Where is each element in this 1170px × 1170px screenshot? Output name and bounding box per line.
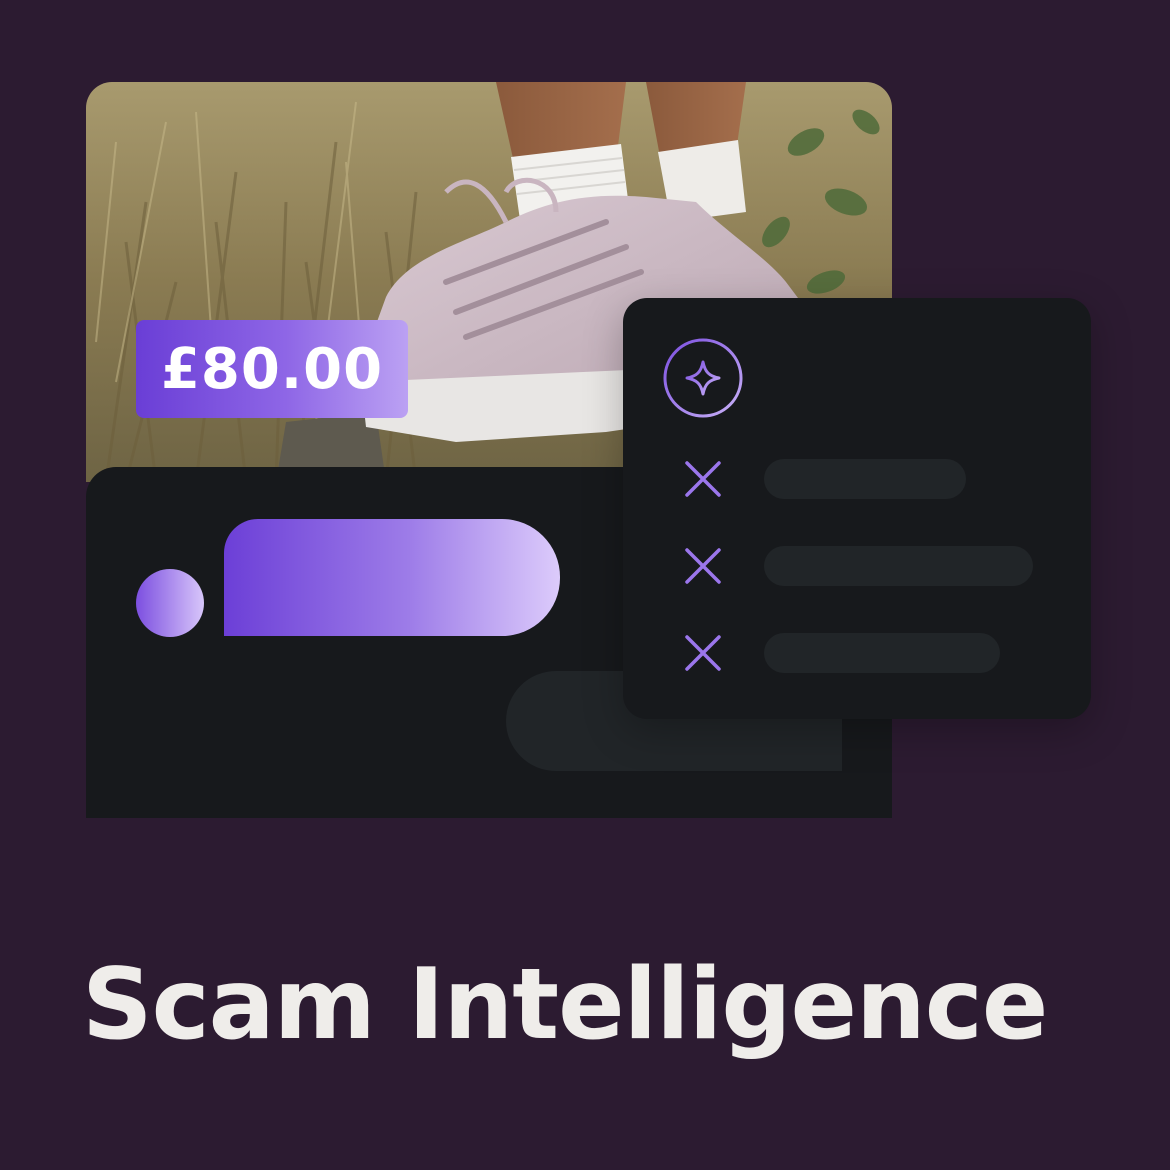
feature-title: Scam Intelligence (82, 948, 1048, 1062)
placeholder-line (764, 459, 966, 499)
x-mark-icon (685, 548, 721, 584)
check-row (623, 631, 1091, 675)
sparkle-icon (663, 338, 743, 418)
placeholder-line (764, 633, 1000, 673)
outgoing-message-bubble (224, 519, 560, 636)
x-mark-icon (685, 635, 721, 671)
x-mark-icon (685, 461, 721, 497)
placeholder-line (764, 546, 1033, 586)
price-tag: £80.00 (136, 320, 408, 418)
check-row (623, 457, 1091, 501)
check-row (623, 544, 1091, 588)
scam-analysis-card (623, 298, 1091, 719)
avatar (136, 569, 204, 637)
